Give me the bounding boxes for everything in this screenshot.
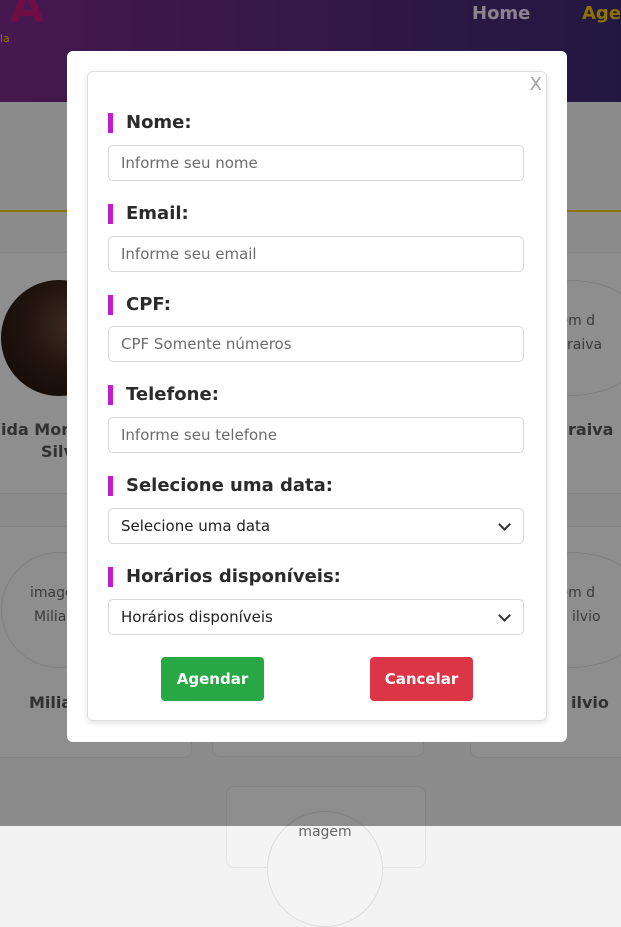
time-select-value: Horários disponíveis xyxy=(121,608,273,626)
time-select[interactable]: Horários disponíveis xyxy=(108,599,524,635)
email-input[interactable] xyxy=(108,236,524,272)
time-label: Horários disponíveis: xyxy=(108,567,341,587)
phone-label: Telefone: xyxy=(108,385,219,405)
name-input[interactable] xyxy=(108,145,524,181)
phone-input[interactable] xyxy=(108,417,524,453)
chevron-down-icon xyxy=(498,518,511,531)
booking-modal: X Nome: Email: CPF: Telefone: Selecione … xyxy=(67,51,567,742)
cpf-label: CPF: xyxy=(108,295,171,315)
date-select-value: Selecione uma data xyxy=(121,517,271,535)
cpf-input[interactable] xyxy=(108,326,524,362)
booking-form: X Nome: Email: CPF: Telefone: Selecione … xyxy=(87,71,547,721)
close-button[interactable]: X xyxy=(530,74,542,95)
chevron-down-icon xyxy=(498,609,511,622)
date-label: Selecione uma data: xyxy=(108,476,333,496)
professional-photo: magem xyxy=(267,811,383,927)
email-label: Email: xyxy=(108,204,189,224)
schedule-button[interactable]: Agendar xyxy=(161,657,264,701)
name-label: Nome: xyxy=(108,113,192,133)
cancel-button[interactable]: Cancelar xyxy=(370,657,473,701)
date-select[interactable]: Selecione uma data xyxy=(108,508,524,544)
